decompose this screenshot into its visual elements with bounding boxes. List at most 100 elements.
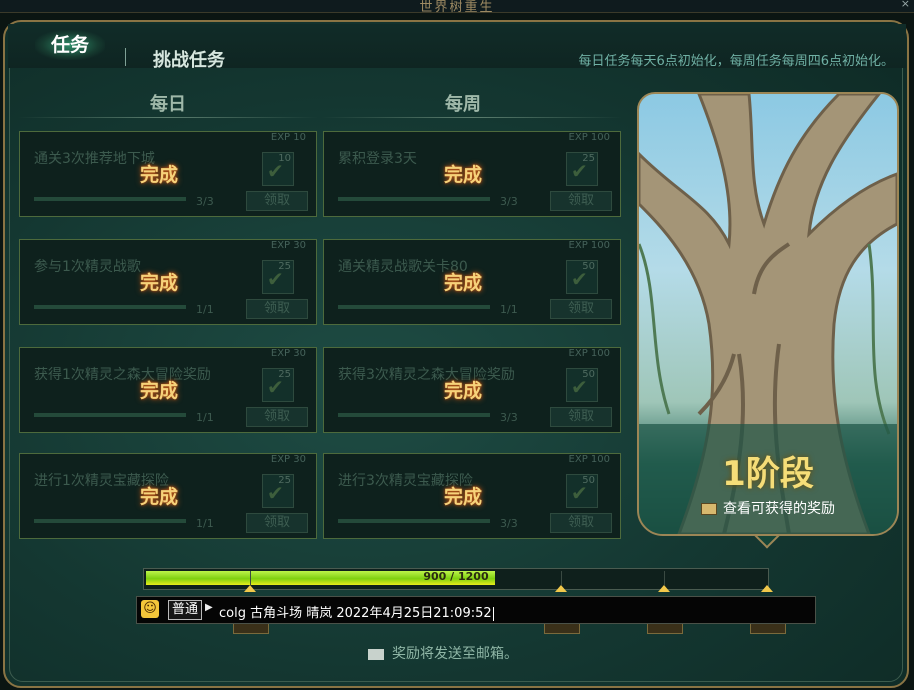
quest-name: 通关3次推荐地下城 (34, 151, 155, 167)
claim-button[interactable]: 领取 (550, 407, 612, 427)
weekly-quest-card-3: 获得3次精灵之森大冒险奖励 EXP 100 50 ✔ 3/3 领取 完成 (323, 347, 621, 433)
chat-channel-select[interactable]: 普通 (168, 600, 203, 620)
quest-status-complete: 完成 (140, 164, 179, 186)
leaf-icon: ✔ (571, 375, 588, 399)
milestone-marker (244, 585, 256, 592)
reward-slot[interactable]: 25 ✔ (262, 474, 294, 508)
weekly-quest-card-2: 通关精灵战歌关卡80 EXP 100 50 ✔ 1/1 领取 完成 (323, 239, 621, 325)
leaf-icon: ✔ (571, 159, 588, 183)
claim-button[interactable]: 领取 (550, 299, 612, 319)
quest-exp: EXP 100 (568, 240, 610, 251)
milestone-tick (561, 571, 562, 585)
quest-progress-text: 1/1 (196, 517, 214, 530)
chat-message: colg 古角斗场 晴岚 2022年4月25日21:09:52 (219, 606, 492, 621)
quest-progress-text: 1/1 (500, 303, 518, 316)
daily-column-header: 每日 (150, 94, 186, 115)
quest-exp: EXP 100 (568, 348, 610, 359)
quest-name: 获得3次精灵之森大冒险奖励 (338, 367, 515, 383)
quest-status-complete: 完成 (444, 486, 483, 508)
daily-header-divider (18, 117, 318, 118)
quest-progress-bar (34, 413, 186, 417)
quest-progress-bar (34, 197, 186, 201)
quest-progress-text: 3/3 (500, 517, 518, 530)
quest-name: 累积登录3天 (338, 151, 417, 167)
milestone-marker (555, 585, 567, 592)
window-titlebar: 世界树重生 × (0, 0, 914, 15)
window-title: 世界树重生 (419, 0, 495, 15)
view-rewards-label: 查看可获得的奖励 (723, 501, 835, 517)
claim-button[interactable]: 领取 (550, 513, 612, 533)
world-tree-image: 1阶段 查看可获得的奖励 (637, 92, 899, 536)
emoji-icon[interactable]: ☺ (141, 600, 159, 618)
tree-stage-label: 1阶段 (722, 454, 814, 494)
claim-button[interactable]: 领取 (246, 513, 308, 533)
chat-input-text[interactable]: colg 古角斗场 晴岚 2022年4月25日21:09:52 (219, 602, 494, 621)
quest-progress-bar (338, 305, 490, 309)
mail-note: 奖励将发送至邮箱。 (368, 643, 518, 663)
view-rewards-link[interactable]: 查看可获得的奖励 (639, 498, 897, 518)
milestone-tick (664, 571, 665, 585)
quest-exp: EXP 100 (568, 132, 610, 143)
reward-slot[interactable]: 25 ✔ (262, 260, 294, 294)
leaf-icon: ✔ (267, 267, 284, 291)
leaf-icon: ✔ (571, 481, 588, 505)
claim-button[interactable]: 领取 (246, 191, 308, 211)
quest-status-complete: 完成 (444, 164, 483, 186)
weekly-quest-card-1: 累积登录3天 EXP 100 25 ✔ 3/3 领取 完成 (323, 131, 621, 217)
tab-quests[interactable]: 任务 (35, 30, 105, 60)
chest-icon (701, 503, 717, 515)
tab-separator (125, 48, 126, 66)
quest-progress-text: 1/1 (196, 303, 214, 316)
quest-status-complete: 完成 (444, 272, 483, 294)
weekly-quest-card-4: 进行3次精灵宝藏探险 EXP 100 50 ✔ 3/3 领取 完成 (323, 453, 621, 539)
quest-exp: EXP 30 (270, 240, 306, 251)
reward-slot[interactable]: 50 ✔ (566, 368, 598, 402)
chevron-right-icon[interactable]: ▶ (205, 602, 213, 613)
world-tree-panel: 1阶段 查看可获得的奖励 (637, 92, 899, 564)
quest-name: 参与1次精灵战歌 (34, 259, 141, 275)
quest-status-complete: 完成 (444, 380, 483, 402)
text-cursor (492, 606, 494, 621)
daily-quest-card-3: 获得1次精灵之森大冒险奖励 EXP 30 25 ✔ 1/1 领取 完成 (19, 347, 317, 433)
mail-note-text: 奖励将发送至邮箱。 (392, 646, 518, 662)
close-icon[interactable]: × (901, 0, 910, 10)
quest-exp: EXP 30 (270, 348, 306, 359)
milestone-marker (658, 585, 670, 592)
claim-button[interactable]: 领取 (246, 407, 308, 427)
reward-slot[interactable]: 25 ✔ (566, 152, 598, 186)
quest-progress-text: 3/3 (500, 195, 518, 208)
daily-quest-card-1: 通关3次推荐地下城 EXP 10 10 ✔ 3/3 领取 完成 (19, 131, 317, 217)
quest-progress-bar (338, 413, 490, 417)
quest-progress-bar (34, 519, 186, 523)
quest-status-complete: 完成 (140, 486, 179, 508)
milestone-tick (250, 571, 251, 585)
tab-challenge-quests[interactable]: 挑战任务 (153, 46, 225, 72)
chat-input-bar[interactable]: ☺ 普通 ▶ colg 古角斗场 晴岚 2022年4月25日21:09:52 (136, 596, 816, 624)
quest-exp: EXP 100 (568, 454, 610, 465)
leaf-icon: ✔ (267, 481, 284, 505)
quest-exp: EXP 30 (270, 454, 306, 465)
quest-progress-bar (338, 197, 490, 201)
stage-progress-bar: 900 / 1200 (143, 568, 769, 590)
leaf-icon: ✔ (267, 159, 284, 183)
quest-progress-text: 3/3 (500, 411, 518, 424)
daily-quest-card-2: 参与1次精灵战歌 EXP 30 25 ✔ 1/1 领取 完成 (19, 239, 317, 325)
reward-slot[interactable]: 25 ✔ (262, 368, 294, 402)
stage-progress-text: 900 / 1200 (423, 570, 489, 583)
reward-slot[interactable]: 50 ✔ (566, 474, 598, 508)
leaf-icon: ✔ (571, 267, 588, 291)
reward-slot[interactable]: 50 ✔ (566, 260, 598, 294)
leaf-icon: ✔ (267, 375, 284, 399)
quest-status-complete: 完成 (140, 272, 179, 294)
claim-button[interactable]: 领取 (550, 191, 612, 211)
reward-slot[interactable]: 10 ✔ (262, 152, 294, 186)
quest-status-complete: 完成 (140, 380, 179, 402)
quest-name: 获得1次精灵之森大冒险奖励 (34, 367, 211, 383)
weekly-header-divider (322, 117, 622, 118)
claim-button[interactable]: 领取 (246, 299, 308, 319)
quest-progress-text: 3/3 (196, 195, 214, 208)
mail-icon (368, 648, 384, 660)
milestone-marker (761, 585, 773, 592)
quest-exp: EXP 10 (270, 132, 306, 143)
quest-progress-bar (338, 519, 490, 523)
